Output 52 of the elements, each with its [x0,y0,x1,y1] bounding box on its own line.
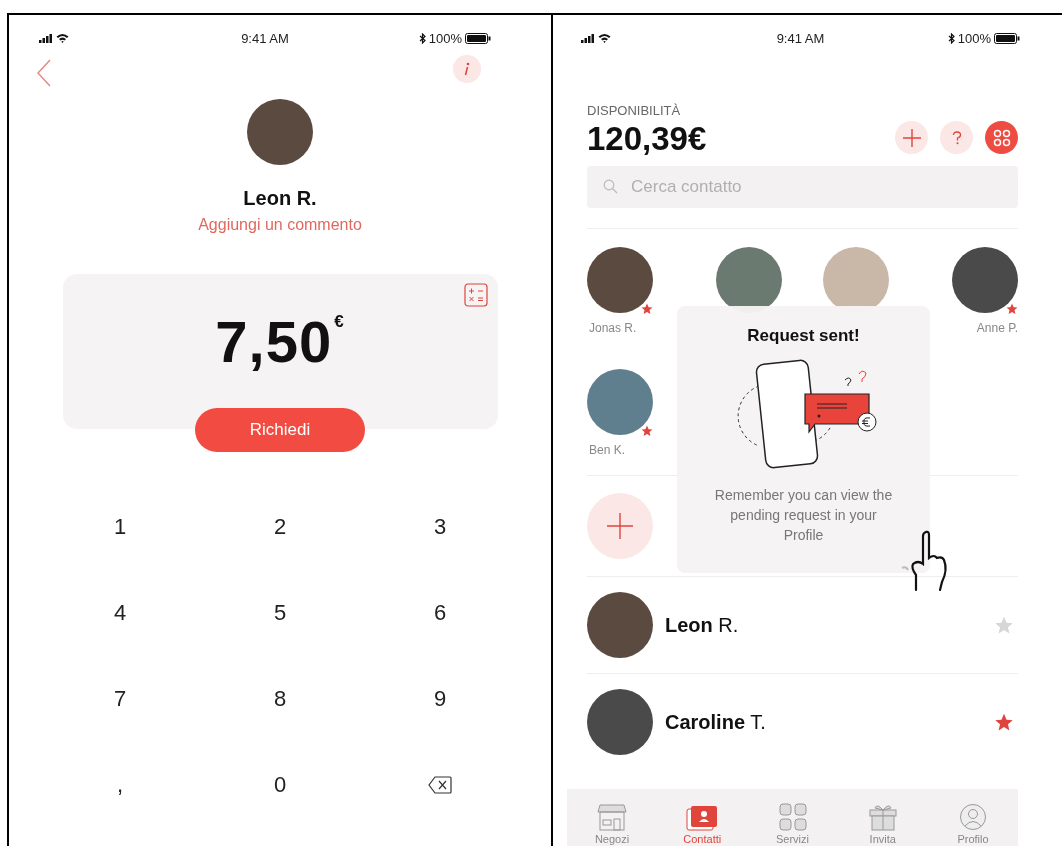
battery-icon [994,32,1020,44]
keypad-key[interactable]: 4 [95,593,145,633]
popup-message: Remember you can view the pending request in your Profile [713,486,894,545]
tab[interactable]: Contatti [667,789,738,846]
contact-name[interactable]: Caroline T. [665,710,982,734]
gift-icon [868,803,897,831]
apps-icon[interactable] [985,121,1018,154]
balance-amount: 120,39€ [587,120,707,158]
search-field[interactable]: Cerca contatto [587,166,1018,208]
keypad-key[interactable]: 6 [415,593,465,633]
star-icon[interactable] [994,615,1014,635]
help-icon[interactable] [940,121,973,154]
star-icon[interactable] [994,712,1014,732]
contact-name[interactable]: Leon R. [665,613,982,637]
request-button[interactable]: Richiedi [195,408,365,452]
keypad-key[interactable]: 5 [255,593,305,633]
status-time: 9:41 AM [776,30,825,46]
backspace-icon[interactable] [428,776,452,794]
keypad-key[interactable]: 1 [95,507,145,547]
contact-name: Jonas R. [588,321,637,335]
contact-name: Leon R. [243,187,317,210]
calculator-icon[interactable] [463,283,488,307]
wifi-icon [598,33,611,43]
amount-value: 7,50$^{€}$ [215,308,345,375]
add-icon[interactable] [895,121,928,154]
contact-card-icon [686,803,719,831]
balance-label: DISPONIBILITÀ [587,103,682,118]
contact-name: Anne P. [975,321,1018,335]
keypad-key[interactable]: 7 [95,679,145,719]
keypad-key[interactable]: , [95,765,145,805]
info-icon[interactable] [453,55,481,83]
bluetooth-icon [947,32,955,44]
bluetooth-icon [418,32,426,44]
search-icon [603,179,618,194]
popup-title: Request sent! [747,326,860,346]
signal-icon [581,33,595,43]
back-chevron-icon[interactable] [37,59,51,87]
wifi-icon [56,33,69,43]
battery-percent: 100% [957,30,991,46]
battery-percent: 100% [428,30,462,46]
profile-icon [959,803,987,831]
contact-name: Ben K. [588,443,626,457]
signal-icon [39,33,53,43]
grid-icon [778,803,807,831]
keypad-key[interactable]: 9 [415,679,465,719]
keypad-key[interactable]: 0 [255,765,305,805]
shop-icon [597,803,627,831]
keypad-key[interactable]: 2 [255,507,305,547]
keypad-key[interactable]: 3 [415,507,465,547]
battery-icon [465,32,491,44]
keypad-key[interactable]: 8 [255,679,305,719]
status-time: 9:41 AM [241,30,289,46]
